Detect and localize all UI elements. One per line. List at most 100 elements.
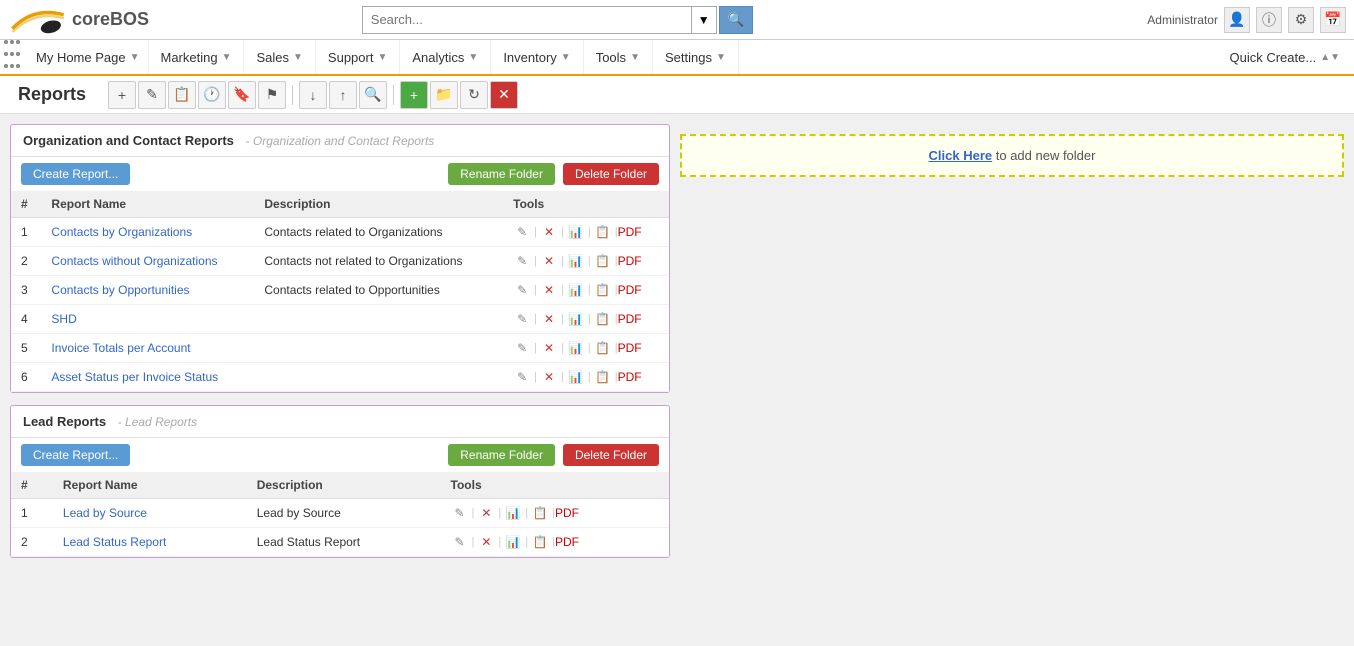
delete-report-icon[interactable]: ✕ bbox=[540, 368, 558, 386]
search-button[interactable]: 🔍 bbox=[719, 6, 754, 34]
report-link-6[interactable]: Asset Status per Invoice Status bbox=[51, 370, 218, 384]
add-button[interactable]: + bbox=[108, 81, 136, 109]
copy-report-icon[interactable]: 📋 bbox=[594, 223, 612, 241]
report-link-lead-2[interactable]: Lead Status Report bbox=[63, 535, 166, 549]
delete-report-icon[interactable]: ✕ bbox=[540, 281, 558, 299]
search-dropdown-button[interactable]: ▼ bbox=[692, 6, 717, 34]
pdf-report-icon[interactable]: PDF bbox=[621, 339, 639, 357]
settings-icon-button[interactable]: ⚙ bbox=[1288, 7, 1314, 33]
nav-item-marketing[interactable]: Marketing ▼ bbox=[149, 40, 245, 74]
export-report-icon[interactable]: 📊 bbox=[567, 252, 585, 270]
add-green-button[interactable]: + bbox=[400, 81, 428, 109]
nav-item-settings[interactable]: Settings ▼ bbox=[653, 40, 739, 74]
delete-report-icon[interactable]: ✕ bbox=[540, 223, 558, 241]
report-link-4[interactable]: SHD bbox=[51, 312, 76, 326]
add-folder-box[interactable]: Click Here to add new folder bbox=[680, 134, 1344, 177]
report-link-2[interactable]: Contacts without Organizations bbox=[51, 254, 217, 268]
copy-report-icon[interactable]: 📋 bbox=[531, 504, 549, 522]
edit-report-icon[interactable]: ✎ bbox=[451, 504, 469, 522]
org-contact-rename-button[interactable]: Rename Folder bbox=[448, 163, 555, 185]
download-button[interactable]: ↓ bbox=[299, 81, 327, 109]
lead-delete-button[interactable]: Delete Folder bbox=[563, 444, 659, 466]
export-report-icon[interactable]: 📊 bbox=[567, 223, 585, 241]
row-tools: ✎ | ✕ | 📊 | 📋 | PDF bbox=[441, 528, 669, 557]
copy-button[interactable]: 📋 bbox=[168, 81, 196, 109]
report-link-lead-1[interactable]: Lead by Source bbox=[63, 506, 147, 520]
org-contact-delete-button[interactable]: Delete Folder bbox=[563, 163, 659, 185]
org-contact-folder-subtitle: - Organization and Contact Reports bbox=[246, 134, 435, 148]
nav-item-tools[interactable]: Tools ▼ bbox=[584, 40, 653, 74]
tools-cell: ✎ | ✕ | 📊 | 📋 | PDF bbox=[513, 281, 659, 299]
flag-button[interactable]: ⚑ bbox=[258, 81, 286, 109]
delete-report-icon[interactable]: ✕ bbox=[477, 504, 495, 522]
info-icon-button[interactable]: ⓘ bbox=[1256, 7, 1282, 33]
user-icon-button[interactable]: 👤 bbox=[1224, 7, 1250, 33]
redo-button[interactable]: ↻ bbox=[460, 81, 488, 109]
lead-create-button[interactable]: Create Report... bbox=[21, 444, 130, 466]
export-report-icon[interactable]: 📊 bbox=[567, 281, 585, 299]
logo-swoosh bbox=[8, 3, 68, 37]
delete-report-icon[interactable]: ✕ bbox=[540, 252, 558, 270]
copy-report-icon[interactable]: 📋 bbox=[594, 339, 612, 357]
click-here-link[interactable]: Click Here bbox=[929, 148, 993, 163]
nav-item-inventory[interactable]: Inventory ▼ bbox=[491, 40, 583, 74]
copy-report-icon[interactable]: 📋 bbox=[594, 252, 612, 270]
export-report-icon[interactable]: 📊 bbox=[567, 310, 585, 328]
delete-button[interactable]: ✕ bbox=[490, 81, 518, 109]
delete-report-icon[interactable]: ✕ bbox=[540, 310, 558, 328]
pdf-report-icon[interactable]: PDF bbox=[621, 281, 639, 299]
copy-report-icon[interactable]: 📋 bbox=[594, 310, 612, 328]
delete-report-icon[interactable]: ✕ bbox=[477, 533, 495, 551]
report-link-5[interactable]: Invoice Totals per Account bbox=[51, 341, 190, 355]
row-desc: Contacts related to Organizations bbox=[254, 218, 503, 247]
copy-report-icon[interactable]: 📋 bbox=[531, 533, 549, 551]
edit-report-icon[interactable]: ✎ bbox=[513, 368, 531, 386]
edit-button[interactable]: ✎ bbox=[138, 81, 166, 109]
edit-report-icon[interactable]: ✎ bbox=[513, 310, 531, 328]
quick-create-button[interactable]: Quick Create... ▲▼ bbox=[1220, 40, 1351, 74]
org-contact-folder-title: Organization and Contact Reports bbox=[23, 133, 234, 148]
edit-report-icon[interactable]: ✎ bbox=[513, 223, 531, 241]
find-button[interactable]: 🔍 bbox=[359, 81, 387, 109]
copy-report-icon[interactable]: 📋 bbox=[594, 281, 612, 299]
lead-rename-button[interactable]: Rename Folder bbox=[448, 444, 555, 466]
edit-report-icon[interactable]: ✎ bbox=[513, 281, 531, 299]
search-input[interactable] bbox=[362, 6, 692, 34]
tools-cell: ✎ | ✕ | 📊 | 📋 | PDF bbox=[451, 533, 659, 551]
report-link-3[interactable]: Contacts by Opportunities bbox=[51, 283, 189, 297]
nav-item-support[interactable]: Support ▼ bbox=[316, 40, 400, 74]
export-report-icon[interactable]: 📊 bbox=[567, 339, 585, 357]
nav-item-sales[interactable]: Sales ▼ bbox=[244, 40, 315, 74]
row-tools: ✎ | ✕ | 📊 | 📋 | PDF bbox=[503, 247, 669, 276]
pdf-report-icon[interactable]: PDF bbox=[558, 504, 576, 522]
lead-folder-actions: Create Report... Rename Folder Delete Fo… bbox=[11, 438, 669, 472]
export-report-icon[interactable]: 📊 bbox=[567, 368, 585, 386]
table-row: 4 SHD ✎ | ✕ | 📊 | 📋 | PDF bbox=[11, 305, 669, 334]
row-name: Contacts by Opportunities bbox=[41, 276, 254, 305]
edit-report-icon[interactable]: ✎ bbox=[513, 339, 531, 357]
analytics-arrow: ▼ bbox=[468, 52, 478, 63]
history-button[interactable]: 🕐 bbox=[198, 81, 226, 109]
edit-report-icon[interactable]: ✎ bbox=[451, 533, 469, 551]
edit-report-icon[interactable]: ✎ bbox=[513, 252, 531, 270]
pdf-report-icon[interactable]: PDF bbox=[621, 223, 639, 241]
copy-report-icon[interactable]: 📋 bbox=[594, 368, 612, 386]
pdf-report-icon[interactable]: PDF bbox=[621, 252, 639, 270]
archive-button[interactable]: 📁 bbox=[430, 81, 458, 109]
row-name: Asset Status per Invoice Status bbox=[41, 363, 254, 392]
report-link-1[interactable]: Contacts by Organizations bbox=[51, 225, 192, 239]
upload-button[interactable]: ↑ bbox=[329, 81, 357, 109]
row-num: 3 bbox=[11, 276, 41, 305]
delete-report-icon[interactable]: ✕ bbox=[540, 339, 558, 357]
export-report-icon[interactable]: 📊 bbox=[504, 504, 522, 522]
pdf-report-icon[interactable]: PDF bbox=[621, 368, 639, 386]
apps-grid-icon[interactable] bbox=[4, 40, 20, 74]
pdf-report-icon[interactable]: PDF bbox=[558, 533, 576, 551]
pdf-report-icon[interactable]: PDF bbox=[621, 310, 639, 328]
nav-item-home[interactable]: My Home Page ▼ bbox=[28, 40, 149, 74]
calendar-icon-button[interactable]: 📅 bbox=[1320, 7, 1346, 33]
export-report-icon[interactable]: 📊 bbox=[504, 533, 522, 551]
org-contact-create-button[interactable]: Create Report... bbox=[21, 163, 130, 185]
nav-item-analytics[interactable]: Analytics ▼ bbox=[400, 40, 491, 74]
bookmark-button[interactable]: 🔖 bbox=[228, 81, 256, 109]
